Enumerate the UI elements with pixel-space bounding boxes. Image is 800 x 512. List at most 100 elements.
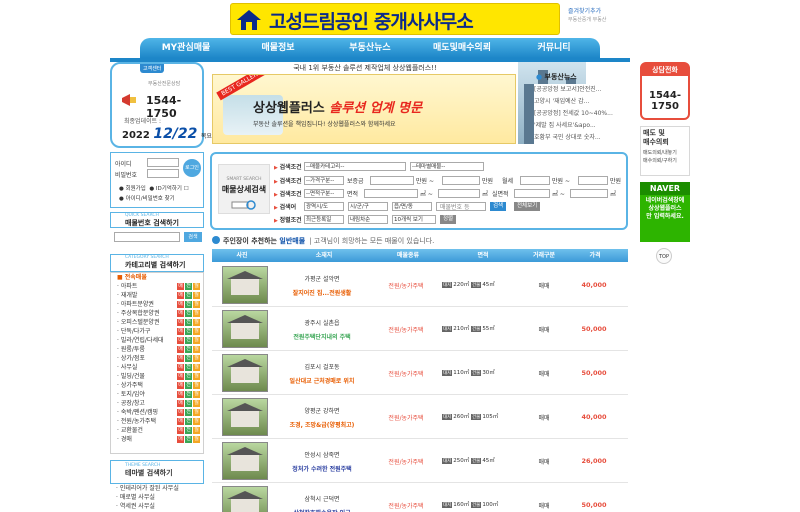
category-chip[interactable]: 전 [185,283,192,290]
find-account-link[interactable]: ● 아이디/비밀번호 찾기 [119,194,175,202]
category-chip[interactable]: 매 [177,337,184,344]
site-logo[interactable]: 고성드림공인 중개사사무소 [230,3,560,35]
category-chip[interactable]: 매 [177,355,184,362]
area-type-select[interactable]: --면적구분-- [304,189,344,198]
listing-photo[interactable] [222,398,268,436]
category-chip[interactable]: 월 [193,364,200,371]
category-chip[interactable]: 월 [193,382,200,389]
category-chip[interactable]: 전 [185,373,192,380]
pw-input[interactable] [147,169,179,178]
join-link[interactable]: ● 회원가입 [119,186,146,192]
category-chip[interactable]: 매 [177,373,184,380]
category-select[interactable]: --매물카테고리-- [304,162,406,171]
category-chip[interactable]: 매 [177,301,184,308]
nav-my-interest[interactable]: MY관심매물 [140,38,232,58]
sort-button[interactable]: 정렬 [440,215,457,224]
listing-desc[interactable]: 조경, 조망&급(양평최고) [272,420,372,429]
category-chip[interactable]: 전 [185,310,192,317]
category-item[interactable]: · 빌딩/건물 매 전 월 [111,372,203,381]
town-select[interactable]: 읍/면/동 [392,202,432,211]
category-item[interactable]: · 토지/임야 매 전 월 [111,390,203,399]
category-chip[interactable]: 매 [177,319,184,326]
category-chip[interactable]: 매 [177,400,184,407]
deposit-min-input[interactable] [370,176,414,185]
category-chip[interactable]: 매 [177,391,184,398]
sort-field-select[interactable]: 최근등록일 [304,215,344,224]
category-chip[interactable]: 월 [193,436,200,443]
request-buy-link[interactable]: 매수의뢰/구하기 [641,157,689,165]
listing-desc[interactable]: 일산대교 근처경매로 위치 [272,376,372,385]
listing-desc[interactable]: 잘지어진 집...전원생활 [272,288,372,297]
province-select[interactable]: 광역시/도 [304,202,344,211]
category-chip[interactable]: 전 [185,418,192,425]
id-input[interactable] [147,158,179,167]
listing-row[interactable]: 가평군 설악면 잘지어진 집...전원생활 전원/농가주택 대지 220㎡ 건물 45㎡ 매… [212,263,628,307]
category-chip[interactable]: 월 [193,427,200,434]
category-chip[interactable]: 전 [185,346,192,353]
listing-photo[interactable] [222,442,268,480]
category-chip[interactable]: 전 [185,427,192,434]
category-item[interactable]: · 아파트 매 전 월 [111,282,203,291]
category-item[interactable]: ■ 전속매물 [111,273,203,282]
listing-row[interactable]: 양평군 강하면 조경, 조망&급(양평최고) 전원/농가주택 대지 260㎡ 건물 105… [212,395,628,439]
news-item[interactable]: 고양시 '재입예산 감... [534,96,630,108]
category-chip[interactable]: 전 [185,409,192,416]
promo-banner[interactable]: BEST GALLERY 상상웹플러스 솔루션 업계 명문 부동산 솔루션을 책… [212,74,516,144]
nav-community[interactable]: 커뮤니티 [508,38,600,58]
sort-order-select[interactable]: 내림차순 [348,215,388,224]
listing-photo[interactable] [222,310,268,348]
login-button[interactable]: 로그인 [183,159,201,177]
category-chip[interactable]: 월 [193,292,200,299]
category-chip[interactable]: 전 [185,328,192,335]
listing-location[interactable]: 양평군 강하면 [272,406,372,415]
theme-item[interactable]: · 매로별 사무실 [110,493,204,502]
category-item[interactable]: · 아파트분양권 매 전 월 [111,300,203,309]
category-chip[interactable]: 전 [185,436,192,443]
category-chip[interactable]: 전 [185,400,192,407]
category-item[interactable]: · 숙박/펜션/캠핑 매 전 월 [111,408,203,417]
category-chip[interactable]: 매 [177,310,184,317]
call-box[interactable]: 상담전화 1544- 1750 [640,62,690,120]
save-id-checkbox[interactable]: ● ID기억하기 ☐ [149,186,188,192]
news-item[interactable]: [공공앙정] 전세값 10~40%... [534,108,630,120]
listing-photo[interactable] [222,354,268,392]
bookmark-link[interactable]: 즐겨찾기추가 부동산중개 부동산 [568,8,606,24]
category-item[interactable]: · 단독/다가구 매 전 월 [111,327,203,336]
view-all-button[interactable]: 전체보기 [514,202,541,211]
category-item[interactable]: · 상가/점포 매 전 월 [111,354,203,363]
listing-row[interactable]: 안성시 삼죽면 정처가 수려한 전원주택 전원/농가주택 대지 250㎡ 건물 45㎡ 매매… [212,439,628,483]
naver-box[interactable]: NAVER 네이버검색창에 상상웹플러스 만 입력하세요. [640,182,690,242]
listing-row[interactable]: 삼척시 근덕면삼척잡호해수욕장 인근 전원/농가주택 대지160㎡ 건물100㎡ 매매… [212,483,628,512]
category-chip[interactable]: 월 [193,418,200,425]
city-select[interactable]: 시/군/구 [348,202,388,211]
category-item[interactable]: · 사무실 매 전 월 [111,363,203,372]
category-item[interactable]: · 주상복합분양권 매 전 월 [111,309,203,318]
theme-item[interactable]: · 역세권 사무실 [110,502,204,511]
nav-listings[interactable]: 매물정보 [232,38,324,58]
listing-location[interactable]: 김포시 걸포동 [272,362,372,371]
real-area-min-input[interactable] [514,189,550,198]
nav-news[interactable]: 부동산뉴스 [324,38,416,58]
listing-desc[interactable]: 정처가 수려한 전원주택 [272,464,372,473]
page-size-select[interactable]: 10개씩 보기 [392,215,436,224]
category-item[interactable]: · 교환물건 매 전 월 [111,426,203,435]
listing-row[interactable]: 광주시 실촌읍 전원주택단지내의 주택 전원/농가주택 대지 210㎡ 건물 55㎡ 매매 5… [212,307,628,351]
category-chip[interactable]: 전 [185,391,192,398]
category-item[interactable]: · 공장/창고 매 전 월 [111,399,203,408]
category-item[interactable]: · 재개발 매 전 월 [111,291,203,300]
theme-item[interactable]: · 인테리어가 잘된 사무실 [110,484,204,493]
category-item[interactable]: · 오피스텔분양권 매 전 월 [111,318,203,327]
category-item[interactable]: · 빌라/연립/다세대 매 전 월 [111,336,203,345]
rent-max-input[interactable] [578,176,608,185]
category-chip[interactable]: 월 [193,391,200,398]
number-search-button[interactable]: 검색 [184,232,202,242]
category-chip[interactable]: 전 [185,364,192,371]
category-chip[interactable]: 매 [177,283,184,290]
listing-location[interactable]: 안성시 삼죽면 [272,450,372,459]
listing-location[interactable]: 가평군 설악면 [272,274,372,283]
listing-row[interactable]: 김포시 걸포동 일산대교 근처경매로 위치 전원/농가주택 대지 110㎡ 건물 30㎡ 매… [212,351,628,395]
category-chip[interactable]: 매 [177,409,184,416]
category-chip[interactable]: 월 [193,328,200,335]
category-item[interactable]: · 원룸/투룸 매 전 월 [111,345,203,354]
price-type-select[interactable]: --가격구분-- [304,176,344,185]
